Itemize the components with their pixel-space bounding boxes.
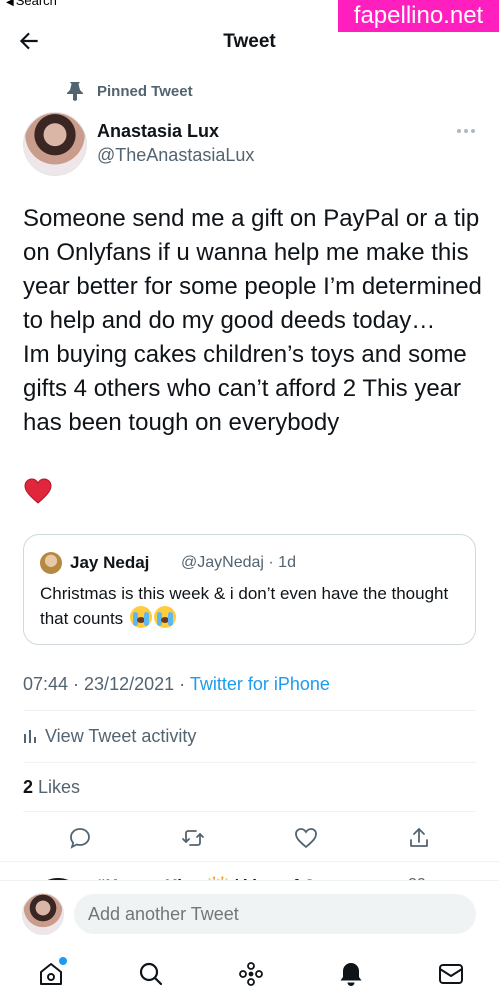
messages-icon <box>439 964 463 984</box>
notification-dot <box>59 957 67 965</box>
view-activity-link[interactable]: View Tweet activity <box>23 724 196 748</box>
status-back-label: Search <box>15 0 57 8</box>
quoted-author-name: Jay Nedaj <box>70 553 150 572</box>
home-tab[interactable] <box>37 957 67 988</box>
quoted-avatar <box>40 552 62 574</box>
pin-icon <box>67 82 83 101</box>
like-icon[interactable] <box>294 826 318 850</box>
tweet-text: Someone send me a gift on PayPal or a ti… <box>23 205 482 436</box>
divider <box>23 710 476 711</box>
add-tweet-input[interactable] <box>74 894 476 934</box>
page-title: Tweet <box>223 31 276 52</box>
divider <box>23 811 476 812</box>
pinned-label: Pinned Tweet <box>97 82 193 100</box>
tweet-metadata: 07:44 · 23/12/2021 · Twitter for iPhone <box>23 674 330 695</box>
search-icon <box>139 962 163 986</box>
retweet-icon[interactable] <box>181 826 205 850</box>
notifications-tab[interactable] <box>337 960 365 988</box>
tweet-timestamp: 07:44 · 23/12/2021 · <box>23 674 190 694</box>
tweet-source-link[interactable]: Twitter for iPhone <box>190 674 330 694</box>
user-avatar[interactable] <box>22 893 64 935</box>
compose-bar <box>0 880 499 946</box>
red-heart-emoji-icon <box>24 478 52 504</box>
likes-count-link[interactable]: 2 Likes <box>23 777 80 798</box>
author-name[interactable]: Anastasia Lux <box>97 121 219 142</box>
likes-count: 2 <box>23 777 34 797</box>
quoted-handle-time: @JayNedaj · 1d <box>181 554 296 571</box>
crying-emoji-icon <box>129 606 152 628</box>
crying-emoji-icon <box>153 606 176 628</box>
messages-tab[interactable] <box>437 960 465 988</box>
likes-label: Likes <box>33 777 81 797</box>
quoted-tweet[interactable]: Jay Nedaj @JayNedaj · 1d Christmas is th… <box>23 534 476 645</box>
quoted-text: Christmas is this week & i don’t even ha… <box>40 584 449 628</box>
quoted-text-block: Christmas is this week & i don’t even ha… <box>40 582 460 631</box>
divider <box>23 762 476 763</box>
spaces-icon <box>239 962 263 986</box>
back-triangle-icon: ◀ <box>6 0 14 8</box>
author-handle[interactable]: @TheAnastasiaLux <box>97 145 254 166</box>
reply-icon[interactable] <box>68 826 92 850</box>
spaces-tab[interactable] <box>237 960 265 988</box>
notifications-icon <box>340 963 362 986</box>
search-tab[interactable] <box>137 960 165 988</box>
more-options-icon[interactable] <box>456 124 476 138</box>
share-icon[interactable] <box>407 826 431 850</box>
pinned-indicator: Pinned Tweet <box>66 80 193 102</box>
view-activity-label: View Tweet activity <box>45 725 197 746</box>
top-nav: Tweet <box>0 24 499 60</box>
status-back-link[interactable]: ◀ Search <box>6 0 57 8</box>
author-avatar[interactable] <box>23 112 87 176</box>
analytics-icon <box>24 730 36 743</box>
bottom-tab-bar <box>0 946 499 1000</box>
